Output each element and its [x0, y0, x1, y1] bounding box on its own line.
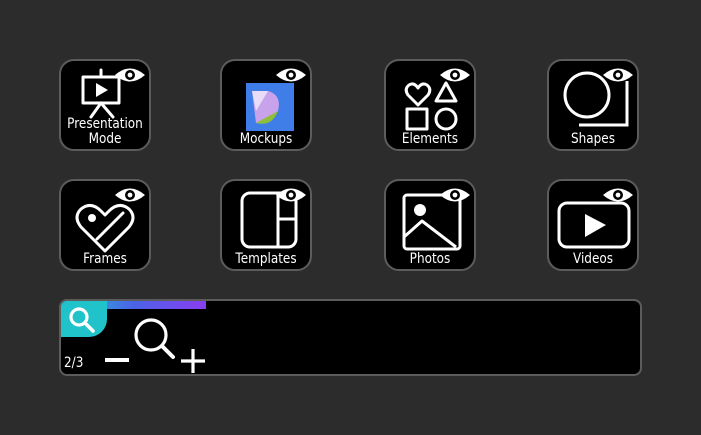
tile-presentation-mode[interactable]: Presentation Mode: [59, 59, 151, 151]
eye-icon[interactable]: [114, 66, 146, 84]
tile-label: Mockups: [239, 131, 293, 147]
eye-icon[interactable]: [114, 186, 146, 204]
page-indicator: 2/3: [64, 355, 84, 371]
tile-photos[interactable]: Photos: [384, 179, 476, 271]
tile-label: Presentation Mode: [67, 116, 143, 147]
eye-icon[interactable]: [439, 66, 471, 84]
tile-label: Elements: [401, 131, 459, 147]
tile-elements[interactable]: Elements: [384, 59, 476, 151]
tile-label: Videos: [572, 251, 614, 267]
eye-icon[interactable]: [602, 66, 634, 84]
tile-mockups[interactable]: Mockups: [220, 59, 312, 151]
tile-label: Templates: [235, 251, 297, 267]
tile-templates[interactable]: Templates: [220, 179, 312, 271]
zoom-out-button[interactable]: [105, 358, 129, 362]
zoom-lens-icon: [134, 318, 175, 359]
app-canvas: Presentation Mode Mockups Elements Shape…: [0, 0, 701, 435]
eye-icon[interactable]: [439, 186, 471, 204]
tile-shapes[interactable]: Shapes: [547, 59, 639, 151]
tile-videos[interactable]: Videos: [547, 179, 639, 271]
tile-label: Shapes: [571, 131, 615, 147]
zoom-bar: 2/3: [59, 299, 642, 376]
search-icon: [69, 307, 95, 333]
search-badge[interactable]: [61, 301, 107, 337]
tile-frames[interactable]: Frames: [59, 179, 151, 271]
eye-icon[interactable]: [602, 186, 634, 204]
zoom-in-button[interactable]: [181, 349, 205, 373]
tile-label: Frames: [83, 251, 127, 267]
eye-icon[interactable]: [275, 66, 307, 84]
eye-icon[interactable]: [275, 186, 307, 204]
tile-label: Photos: [409, 251, 451, 267]
